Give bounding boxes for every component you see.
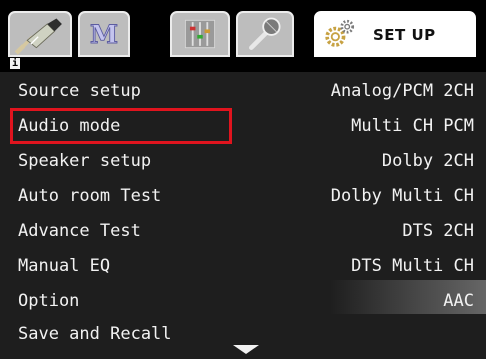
menu-item-value: Analog/PCM 2CH [330,81,474,101]
tab-equalizer[interactable] [170,11,230,57]
menu-item-label: Save and Recall [18,324,172,344]
setup-screen: M SET UP i Source setup Analog/PCM 2CH A… [0,0,486,359]
menu-item-value: Dolby 2CH [381,151,474,171]
setup-menu: Source setup Analog/PCM 2CH Audio mode M… [0,72,486,359]
menu-item-value: Multi CH PCM [351,116,474,136]
menu-item-label: Audio mode [18,116,121,136]
menu-item-audio-mode[interactable]: Audio mode Multi CH PCM [0,109,486,143]
menu-item-label: Speaker setup [18,151,152,171]
menu-item-value: DTS 2CH [402,221,474,241]
menu-item-value: AAC [443,291,474,311]
gears-icon [316,13,362,55]
menu-item-option[interactable]: Option AAC [0,284,486,318]
tab-setup-label: SET UP [373,26,436,44]
svg-text:M: M [90,20,118,50]
info-icon: i [10,58,20,69]
microphone-icon [238,13,292,55]
menu-item-speaker-setup[interactable]: Speaker setup Dolby 2CH [0,144,486,178]
tab-setup[interactable]: SET UP [314,11,476,57]
tab-bar: M SET UP [0,0,486,64]
tab-source[interactable] [8,11,72,57]
menu-item-label: Advance Test [18,221,141,241]
menu-item-label: Manual EQ [18,256,111,276]
scroll-down-icon[interactable] [233,345,259,354]
equalizer-icon [172,13,228,55]
tab-microphone[interactable] [236,11,294,57]
menu-item-value: DTS Multi CH [351,256,474,276]
m-letter-icon: M [80,13,128,55]
menu-item-value: Dolby Multi CH [330,186,474,206]
cable-plug-icon [10,13,70,55]
tab-mode[interactable]: M [78,11,130,57]
menu-item-auto-room-test[interactable]: Auto room Test Dolby Multi CH [0,179,486,213]
menu-item-source-setup[interactable]: Source setup Analog/PCM 2CH [0,74,486,108]
menu-item-label: Option [18,291,80,311]
menu-item-label: Auto room Test [18,186,162,206]
menu-item-label: Source setup [18,81,141,101]
menu-item-manual-eq[interactable]: Manual EQ DTS Multi CH [0,249,486,283]
menu-item-advance-test[interactable]: Advance Test DTS 2CH [0,214,486,248]
